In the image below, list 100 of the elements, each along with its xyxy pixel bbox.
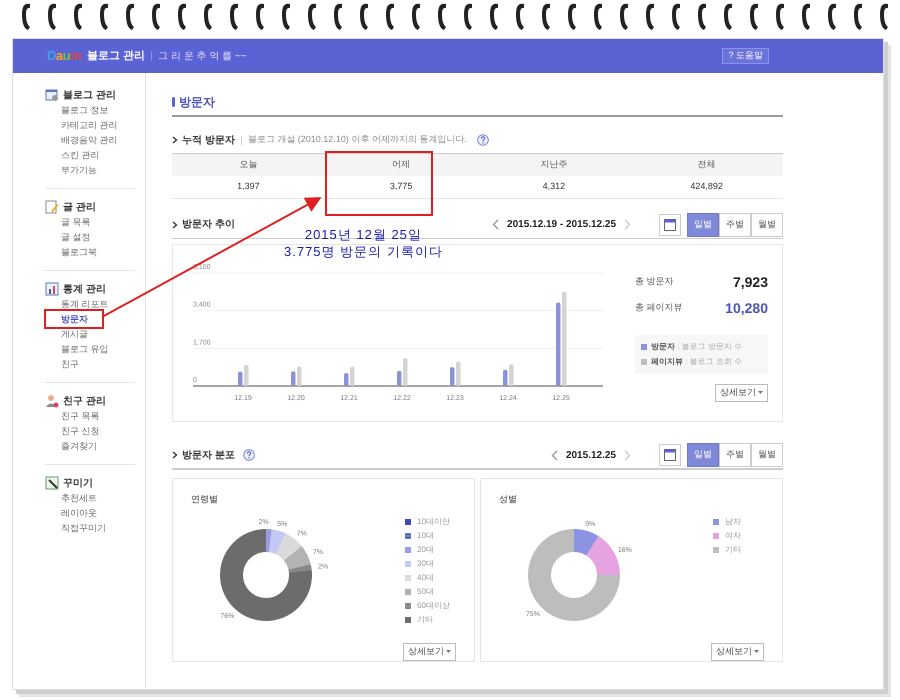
bar [291,371,296,386]
sidebar-item[interactable]: 배경음악 관리 [45,133,135,148]
window-icon [45,88,59,102]
sidebar-item[interactable]: 부가기능 [45,163,135,178]
sidebar-item[interactable]: 친구 신청 [45,424,135,439]
logo: Daum [47,47,82,66]
annotation-text: 3.775명 방문의 기록이다 [284,243,443,260]
section-heading: 방문자 분포 [182,448,235,462]
chevron-right-icon [172,451,178,459]
caret-icon [758,391,763,395]
sidebar-item[interactable]: 방문자 [45,312,135,327]
annotation-text: 2015년 12월 25일 [304,226,422,243]
sidebar-item[interactable]: 글 설정 [45,230,135,245]
previous-icon[interactable] [550,450,558,460]
total-value: 10,280 [725,298,768,318]
previous-icon[interactable] [492,219,500,230]
bar [503,370,508,386]
bar [238,372,242,386]
legend-label: 기타 [725,544,741,556]
chevron-right-icon [172,136,178,144]
legend-label: 페이지뷰 : 블로그 조회 수 [651,356,742,368]
sidebar-item[interactable]: 카테고리 관리 [45,118,135,133]
period-tab[interactable]: 월별 [751,212,783,236]
sidebar-group-title: 통계 관리 [63,282,106,296]
panel-title: 성별 [499,493,518,506]
chart-icon [45,282,59,296]
sidebar-group-title: 친구 관리 [63,394,106,408]
chevron-right-icon [172,220,178,228]
table-cell-text: 1,397 [237,180,260,194]
bar [450,367,454,386]
bar [297,366,302,386]
total-value: 7,923 [732,272,768,292]
sidebar-item[interactable]: 블로그북 [45,245,135,260]
legend-label: 방문자 : 블로그 방문자 수 [651,341,742,353]
legend-label: 기타 [417,614,433,626]
bar [509,364,514,386]
period-tab[interactable]: 일별 [687,443,719,467]
bar [403,358,408,386]
help-button[interactable]: ? 도움말 [722,48,769,64]
column-header: 오늘 [239,158,258,172]
panel-title: 연령별 [191,493,219,506]
sidebar-item[interactable]: 직접꾸미기 [45,521,135,536]
sidebar-item[interactable]: 블로그 유입 [45,342,135,357]
column-header: 어제 [392,158,410,172]
section-heading: 방문자 추이 [182,218,235,232]
sidebar-item[interactable]: 친구 목록 [45,409,135,424]
date-range: 2015.12.19 - 2015.12.25 [507,218,616,232]
sidebar-item[interactable]: 글 목록 [45,215,135,230]
calendar-button[interactable] [659,214,681,236]
period-tab[interactable]: 월별 [751,443,783,467]
brush-icon [45,476,59,490]
section-heading: 누적 방문자 [182,134,235,148]
blog-subtitle: 그 리 운 추 억 를 ~~ [158,50,247,64]
sidebar-item[interactable]: 레이아웃 [45,506,135,521]
detail-button[interactable]: 상세보기 [711,642,764,660]
bar [344,373,348,386]
table-cell-text: 3,775 [390,180,412,194]
calendar-icon [664,449,676,461]
section-note: 블로그 개설 (2010.12.10) 이후 어제까지의 통계입니다. [248,133,467,146]
bar [244,364,248,386]
legend-label: 50대 [417,586,434,598]
detail-button[interactable]: 상세보기 [403,642,456,660]
period-tab[interactable]: 일별 [687,212,719,236]
legend-label: 10대 [417,530,434,542]
total-label: 총 방문자 [635,275,674,288]
period-tab[interactable]: 주별 [719,443,751,467]
sidebar-group-title: 꾸미기 [63,476,93,490]
legend-label: 30대 [417,558,434,570]
sidebar-item[interactable]: 스킨 관리 [45,148,135,163]
bar [350,366,354,386]
title-marker [172,97,175,107]
legend-label: 남자 [725,516,741,528]
help-icon[interactable] [476,134,489,146]
column-header: 전체 [698,158,716,172]
sidebar-item[interactable]: 친구 [45,357,135,372]
detail-button[interactable]: 상세보기 [715,384,768,402]
person-icon [45,394,59,408]
bar [456,362,460,386]
sidebar-group-title: 글 관리 [63,200,96,214]
calendar-button[interactable] [659,444,681,466]
sidebar-item[interactable]: 게시글 [45,327,135,342]
legend-label: 여자 [725,530,741,542]
legend-label: 10대미만 [417,516,450,528]
column-header: 지난주 [540,158,568,172]
bar [397,370,402,386]
sidebar-item[interactable]: 블로그 정보 [45,103,135,118]
annotation-box [44,309,104,329]
date-label: 2015.12.25 [566,448,616,462]
table-cell-text: 424,892 [690,180,723,194]
caret-icon [754,650,759,654]
sidebar-item[interactable]: 즐겨찾기 [45,439,135,454]
caret-icon [446,650,451,654]
sidebar-item[interactable]: 통계 리포트 [45,297,135,312]
help-icon[interactable] [242,449,255,461]
pencil-icon [45,200,59,214]
sidebar-group-title: 블로그 관리 [63,88,116,102]
sidebar-item[interactable]: 추천세트 [45,491,135,506]
legend-label: 60대이상 [417,600,450,612]
period-tab[interactable]: 주별 [719,212,751,236]
table-cell-text: 4,312 [542,180,566,194]
